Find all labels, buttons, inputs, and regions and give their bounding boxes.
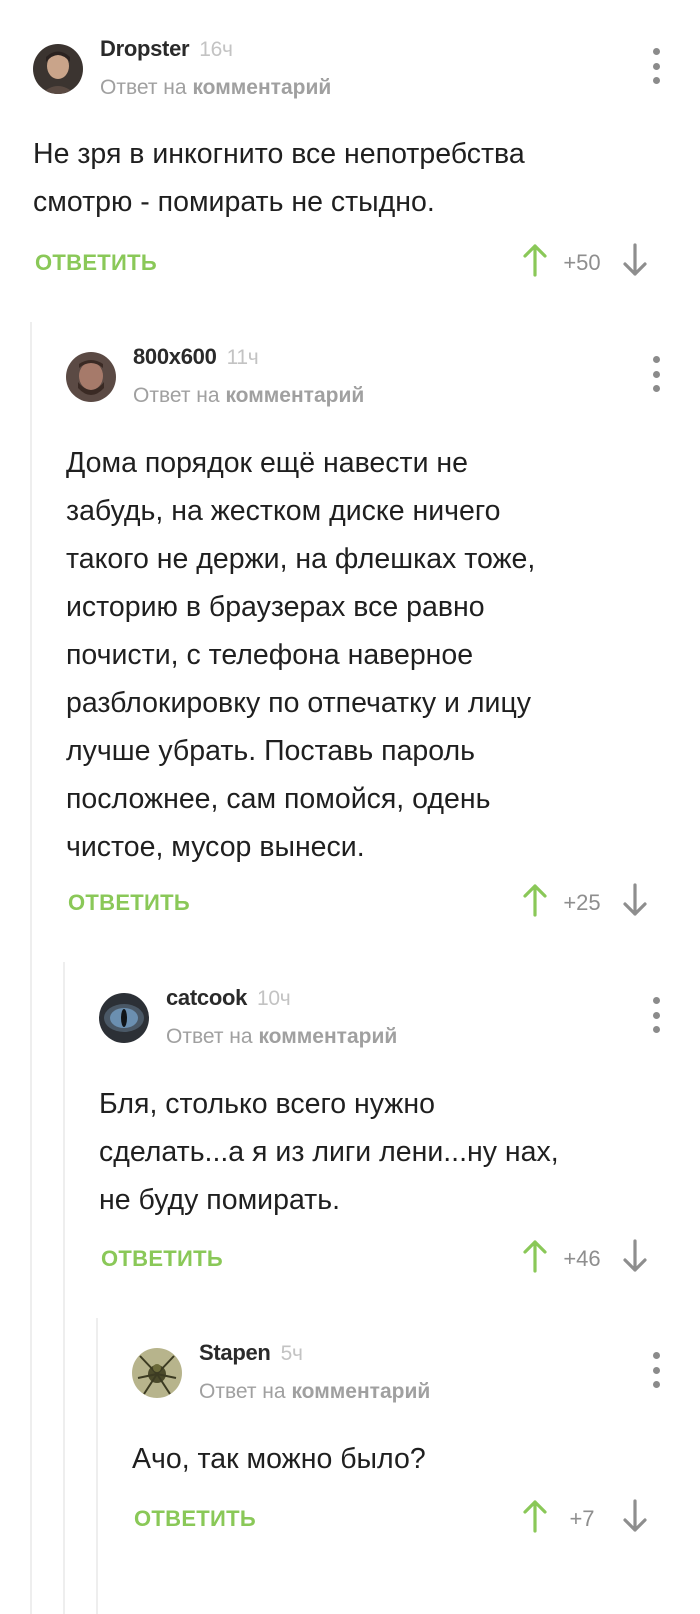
comment-time: 16ч (199, 38, 233, 61)
comment-text-line: почисти, с телефона наверное (66, 639, 474, 671)
more-vertical-icon[interactable] (648, 356, 664, 392)
comment-author[interactable]: Stapen 5ч (199, 1340, 303, 1366)
comment-800x600: 800x600 11ч Ответ на комментарий Дома пор… (66, 344, 700, 952)
arrow-up-icon[interactable] (520, 882, 550, 918)
comment-actions: ОТВЕТИТЬ +50 (33, 242, 700, 282)
rating-count: +25 (563, 890, 601, 915)
comment-time: 5ч (280, 1342, 303, 1365)
rating-count: +7 (569, 1506, 595, 1531)
comment-text-line: такого не держи, на флешках тоже, (66, 543, 536, 575)
reply-button[interactable]: ОТВЕТИТЬ (68, 890, 190, 916)
comment-author[interactable]: Dropster 16ч (100, 36, 233, 62)
comment-text-line: Не зря в инкогнито все непотребства (33, 138, 525, 170)
parent-comment-link[interactable]: комментарий (192, 76, 331, 99)
comment-stapen: Stapen 5ч Ответ на комментарий Ачо, так м… (132, 1340, 700, 1568)
reply-to: Ответ на комментарий (100, 76, 331, 100)
more-vertical-icon[interactable] (648, 48, 664, 84)
reply-button[interactable]: ОТВЕТИТЬ (134, 1506, 256, 1532)
comment-catcook: catcook 10ч Ответ на комментарий Бля, сто… (99, 985, 700, 1293)
comment-text: Бля, столько всего нужно сделать...а я и… (99, 1080, 559, 1224)
comment-text-line: не буду помирать. (99, 1184, 340, 1216)
username[interactable]: 800x600 (133, 344, 217, 369)
comment-author[interactable]: catcook 10ч (166, 985, 291, 1011)
avatar[interactable] (33, 44, 83, 94)
reply-prefix: Ответ на (133, 384, 220, 407)
username[interactable]: Stapen (199, 1340, 271, 1365)
reply-to: Ответ на комментарий (133, 384, 364, 408)
comment-text-line: забудь, на жестком диске ничего (66, 495, 501, 527)
thread-line-level-1 (30, 322, 32, 1614)
parent-comment-link[interactable]: комментарий (225, 384, 364, 407)
parent-comment-link[interactable]: комментарий (258, 1025, 397, 1048)
username[interactable]: catcook (166, 985, 247, 1010)
rating-count: +46 (563, 1246, 601, 1271)
comment-text-line: лучше убрать. Поставь пароль (66, 735, 475, 767)
comment-text-line: сделать...а я из лиги лени...ну нах, (99, 1136, 559, 1168)
comment-actions: ОТВЕТИТЬ +46 (99, 1238, 700, 1278)
comment-text-line: смотрю - помирать не стыдно. (33, 186, 435, 218)
comment-text-line: чистое, мусор вынеси. (66, 831, 365, 863)
reply-to: Ответ на комментарий (166, 1025, 397, 1049)
reply-to: Ответ на комментарий (199, 1380, 430, 1404)
avatar[interactable] (99, 993, 149, 1043)
arrow-up-icon[interactable] (520, 1498, 550, 1534)
comment-text: Ачо, так можно было? (132, 1435, 426, 1483)
comment-author[interactable]: 800x600 11ч (133, 344, 259, 370)
reply-button[interactable]: ОТВЕТИТЬ (101, 1246, 223, 1272)
avatar[interactable] (66, 352, 116, 402)
username[interactable]: Dropster (100, 36, 190, 61)
arrow-down-icon[interactable] (620, 882, 650, 918)
reply-button[interactable]: ОТВЕТИТЬ (35, 250, 157, 276)
comment-time: 10ч (257, 987, 291, 1010)
avatar[interactable] (132, 1348, 182, 1398)
more-vertical-icon[interactable] (648, 997, 664, 1033)
arrow-down-icon[interactable] (620, 242, 650, 278)
comment-text-line: Ачо, так можно было? (132, 1443, 426, 1475)
comment-text-line: Дома порядок ещё навести не (66, 447, 469, 479)
comment-text-line: посложнее, сам помойся, одень (66, 783, 491, 815)
thread-line-level-2 (63, 962, 65, 1614)
more-vertical-icon[interactable] (648, 1352, 664, 1388)
arrow-down-icon[interactable] (620, 1238, 650, 1274)
comment-text-line: разблокировку по отпечатку и лицу (66, 687, 532, 719)
comment-text: Дома порядок ещё навести не забудь, на ж… (66, 439, 535, 871)
reply-prefix: Ответ на (199, 1380, 286, 1403)
comment-text: Не зря в инкогнито все непотребства смот… (33, 130, 525, 226)
reply-prefix: Ответ на (100, 76, 187, 99)
comment-text-line: историю в браузерах все равно (66, 591, 485, 623)
comment-actions: ОТВЕТИТЬ +25 (66, 882, 700, 922)
arrow-up-icon[interactable] (520, 242, 550, 278)
comment-dropster: Dropster 16ч Ответ на комментарий Не зря … (33, 36, 700, 304)
comment-time: 11ч (226, 346, 259, 369)
arrow-up-icon[interactable] (520, 1238, 550, 1274)
rating-count: +50 (563, 250, 601, 275)
parent-comment-link[interactable]: комментарий (291, 1380, 430, 1403)
comment-actions: ОТВЕТИТЬ +7 (132, 1498, 700, 1538)
comment-text-line: Бля, столько всего нужно (99, 1088, 435, 1120)
thread-line-level-3 (96, 1318, 98, 1614)
reply-prefix: Ответ на (166, 1025, 253, 1048)
arrow-down-icon[interactable] (620, 1498, 650, 1534)
